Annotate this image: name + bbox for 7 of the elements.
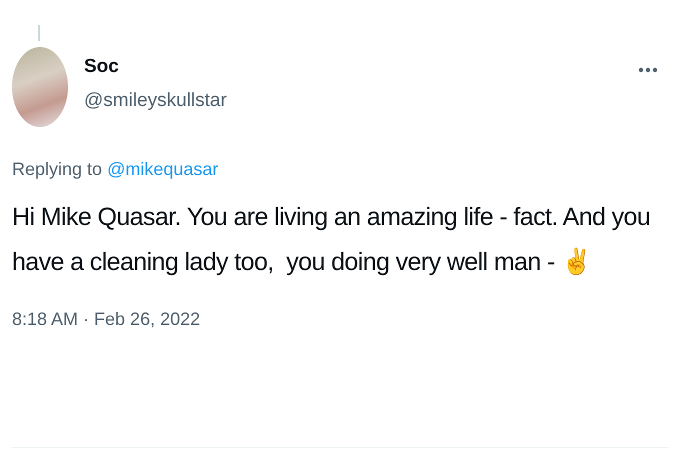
more-icon[interactable]	[638, 67, 658, 73]
tweet-timestamp: 8:18 AM · Feb 26, 2022	[12, 308, 202, 331]
author-handle: @smileyskullstar	[84, 89, 228, 113]
mention-link[interactable]: @mikequasar	[107, 159, 218, 179]
tweet-text: Hi Mike Quasar. You are living an amazing life - fact. And you have a cleaning lady too, you doing very well man - ✌	[12, 202, 652, 278]
author-name: Soc	[84, 55, 120, 79]
replying-to-text: Replying to @mikequasar	[12, 158, 220, 181]
